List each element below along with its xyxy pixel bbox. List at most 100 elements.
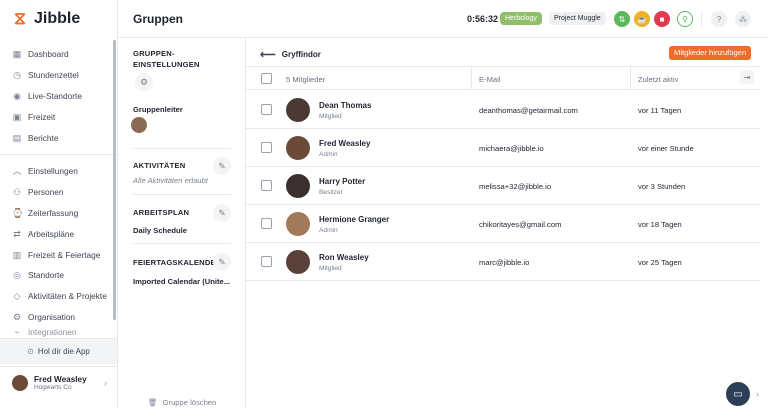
sidebar-item-label: Freizeit bbox=[28, 111, 56, 122]
clock-out-button[interactable]: ■ bbox=[654, 11, 670, 27]
project-chip[interactable]: Project Muggle bbox=[549, 12, 606, 25]
activity-chip[interactable]: Herbology bbox=[500, 12, 542, 25]
sidebar-nav: ▦ Dashboard ◷ Stundenzettel ◉ Live-Stand… bbox=[0, 44, 117, 337]
tag-icon: ◇ bbox=[13, 291, 21, 302]
edit-activities-button[interactable]: ✎ bbox=[213, 157, 231, 175]
sidebar-item-dashboard[interactable]: ▦ Dashboard bbox=[0, 44, 117, 65]
member-name[interactable]: Harry Potter bbox=[319, 177, 365, 186]
table-row[interactable]: Hermione Granger Admin chikoritayes@gmai… bbox=[246, 205, 760, 243]
delete-group-label: Gruppe löschen bbox=[162, 398, 217, 407]
member-last-active: vor 18 Tagen bbox=[638, 220, 682, 229]
break-button[interactable]: ☕ bbox=[634, 11, 650, 27]
schedule-value: Daily Schedule bbox=[133, 226, 188, 235]
apps-button[interactable]: ⁂ bbox=[735, 11, 751, 27]
user-profile-card[interactable]: Fred Weasley Hogwarts Co › bbox=[0, 366, 117, 398]
get-app-button[interactable]: ⊙ Hol dir die App bbox=[0, 338, 117, 364]
member-name[interactable]: Ron Weasley bbox=[319, 253, 369, 262]
export-button[interactable]: ⇥ bbox=[740, 70, 754, 84]
jibble-logo[interactable]: ⧖ Jibble bbox=[14, 10, 80, 28]
row-checkbox[interactable] bbox=[261, 142, 272, 153]
people-icon: ⚇ bbox=[12, 187, 22, 198]
sidebar-item-time-off-holidays[interactable]: ▥ Freizeit & Feiertage bbox=[0, 244, 117, 265]
row-checkbox[interactable] bbox=[261, 180, 272, 191]
column-last-active[interactable]: Zuletzt aktiv bbox=[638, 75, 679, 84]
plug-icon: ⌁ bbox=[14, 327, 20, 338]
sidebar-item-activities-projects[interactable]: ◇ Aktivitäten & Projekte bbox=[0, 286, 117, 307]
avatar[interactable] bbox=[131, 117, 147, 133]
chat-support-button[interactable]: ▭ bbox=[726, 382, 750, 406]
sidebar-item-work-schedules[interactable]: ⇄ Arbeitspläne bbox=[0, 223, 117, 244]
sidebar-item-integrations[interactable]: ⌁ Integrationen bbox=[0, 327, 117, 337]
schedule-heading: ARBEITSPLAN bbox=[133, 208, 190, 217]
sidebar-divider bbox=[0, 153, 117, 155]
group-settings-button[interactable]: ⚙ bbox=[135, 73, 153, 91]
switch-activity-button[interactable]: ⇅ bbox=[614, 11, 630, 27]
row-checkbox[interactable] bbox=[261, 104, 272, 115]
sidebar-item-timesheets[interactable]: ◷ Stundenzettel bbox=[0, 65, 117, 86]
sidebar-item-people[interactable]: ⚇ Personen bbox=[0, 182, 117, 203]
pencil-icon: ✎ bbox=[218, 160, 226, 171]
pin-icon: ◉ bbox=[13, 90, 21, 101]
row-checkbox[interactable] bbox=[261, 218, 272, 229]
member-last-active: vor 3 Stunden bbox=[638, 182, 686, 191]
sidebar-item-label: Dashboard bbox=[28, 49, 69, 60]
sidebar-item-label: Standorte bbox=[28, 270, 64, 281]
table-row[interactable]: Ron Weasley Mitglied marc@jibble.io vor … bbox=[246, 243, 760, 281]
add-members-button[interactable]: Mitglieder hinzufügen bbox=[669, 46, 752, 60]
member-name[interactable]: Hermione Granger bbox=[319, 215, 389, 224]
group-name: Gryffindor bbox=[281, 50, 321, 59]
delete-group-button[interactable]: 🗑 Gruppe löschen bbox=[148, 398, 216, 407]
chat-icon: ▭ bbox=[733, 388, 743, 400]
user-name: Fred Weasley bbox=[34, 374, 87, 384]
sidebar-item-label: Live-Standorte bbox=[28, 90, 82, 101]
member-email: marc@jibble.io bbox=[479, 258, 530, 267]
jibble-logo-icon: ⧖ bbox=[14, 9, 26, 28]
schedule-icon: ⇄ bbox=[13, 228, 21, 239]
help-button[interactable]: ? bbox=[711, 11, 727, 27]
sidebar-item-settings[interactable]: ︿ Einstellungen bbox=[0, 161, 117, 182]
member-name[interactable]: Dean Thomas bbox=[319, 101, 371, 110]
chevron-right-icon: › bbox=[104, 377, 107, 388]
sidebar-item-label: Organisation bbox=[28, 311, 76, 322]
sidebar-item-organization[interactable]: ⚙ Organisation bbox=[0, 307, 117, 328]
back-to-groups-link[interactable]: ⟵ Gryffindor bbox=[260, 48, 321, 61]
sidebar-item-locations[interactable]: ◎ Standorte bbox=[0, 265, 117, 286]
team-status-button[interactable]: ⚲ bbox=[677, 11, 693, 27]
member-role: Admin bbox=[319, 227, 338, 234]
coffee-icon: ☕ bbox=[637, 14, 647, 24]
member-email: michaera@jibble.io bbox=[479, 144, 544, 153]
edit-schedule-button[interactable]: ✎ bbox=[213, 204, 231, 222]
sidebar-item-time-tracking[interactable]: ⌚ Zeiterfassung bbox=[0, 203, 117, 224]
member-name[interactable]: Fred Weasley bbox=[319, 139, 370, 148]
table-row[interactable]: Dean Thomas Mitglied deanthomas@getairma… bbox=[246, 91, 760, 129]
sidebar-item-label: Zeiterfassung bbox=[28, 207, 79, 218]
avatar bbox=[286, 250, 310, 274]
group-settings-heading: GRUPPEN-EINSTELLUNGEN bbox=[133, 49, 200, 69]
column-email[interactable]: E-Mail bbox=[479, 75, 501, 84]
sidebar-item-label: Arbeitspläne bbox=[28, 228, 75, 239]
sidebar-item-time-off[interactable]: ▣ Freizeit bbox=[0, 106, 117, 127]
column-members: 5 Mitglieder bbox=[286, 75, 326, 84]
sidebar-item-reports[interactable]: ▤ Berichte bbox=[0, 127, 117, 148]
section-divider bbox=[133, 148, 231, 149]
sidebar-item-label: Integrationen bbox=[28, 327, 77, 338]
table-row[interactable]: Harry Potter Besitzer melissa+32@jibble.… bbox=[246, 167, 760, 205]
chevron-up-icon: ︿ bbox=[12, 166, 22, 177]
pencil-icon: ✎ bbox=[218, 256, 226, 267]
apps-icon: ⁂ bbox=[739, 14, 747, 24]
sidebar-item-live-locations[interactable]: ◉ Live-Standorte bbox=[0, 86, 117, 107]
row-checkbox[interactable] bbox=[261, 256, 272, 267]
member-role: Mitglied bbox=[319, 113, 342, 120]
avatar bbox=[286, 212, 310, 236]
user-org: Hogwarts Co bbox=[34, 383, 72, 391]
table-row[interactable]: Fred Weasley Admin michaera@jibble.io vo… bbox=[246, 129, 760, 167]
group-leader-label: Gruppenleiter bbox=[133, 105, 183, 114]
edit-holiday-calendar-button[interactable]: ✎ bbox=[213, 253, 231, 271]
select-all-checkbox[interactable] bbox=[261, 73, 272, 84]
timer-icon: ⌚ bbox=[12, 207, 24, 218]
holiday-calendar-value: Imported Calendar (Unite... bbox=[133, 277, 231, 286]
avatar bbox=[286, 98, 310, 122]
member-last-active: vor einer Stunde bbox=[638, 144, 694, 153]
sidebar-scrollbar[interactable] bbox=[113, 40, 116, 320]
chevron-right-icon[interactable]: › bbox=[756, 389, 759, 399]
